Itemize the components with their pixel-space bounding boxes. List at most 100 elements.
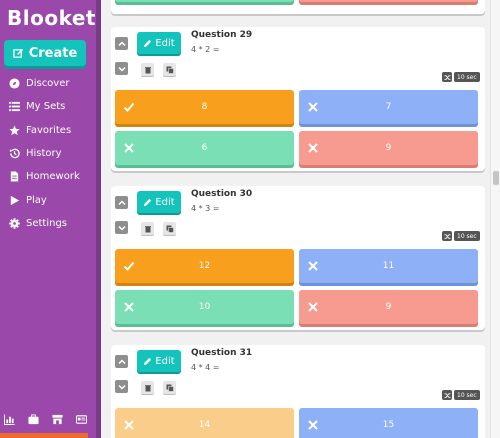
sidebar-item-my-sets[interactable]: My Sets bbox=[0, 95, 96, 118]
chevron-up-icon bbox=[117, 358, 126, 364]
stats-icon[interactable] bbox=[4, 414, 15, 425]
answer-option[interactable]: 9 bbox=[299, 290, 478, 324]
chevron-down-icon bbox=[117, 384, 126, 390]
star-icon bbox=[9, 125, 20, 135]
edit-button-label: Edit bbox=[155, 196, 175, 208]
edit-button-label: Edit bbox=[155, 37, 175, 49]
question-title: Question 29 bbox=[191, 30, 253, 40]
question-text: 4 * 2 = bbox=[191, 45, 220, 54]
x-icon bbox=[124, 143, 134, 153]
time-badge: 10 sec bbox=[442, 231, 480, 241]
answer-option[interactable]: 11 bbox=[299, 249, 478, 283]
answer-text: 9 bbox=[385, 302, 392, 312]
sidebar-nav: Discover My Sets Favorites History Homew… bbox=[0, 72, 96, 235]
checkmark-icon bbox=[123, 102, 135, 112]
sidebar-item-label: Favorites bbox=[26, 124, 72, 136]
question-card: Edit Question 31 4 * 4 = 10 sec 14 15 bbox=[111, 345, 485, 438]
x-icon bbox=[308, 261, 318, 271]
newspaper-icon[interactable] bbox=[76, 414, 87, 425]
sidebar-item-label: My Sets bbox=[26, 101, 66, 113]
sidebar-item-discover[interactable]: Discover bbox=[0, 72, 96, 95]
play-icon bbox=[10, 195, 20, 205]
move-up-button[interactable] bbox=[115, 37, 128, 50]
answer-option[interactable]: 15 bbox=[299, 408, 478, 438]
blooket-logo[interactable]: Blooket bbox=[7, 6, 96, 30]
briefcase-icon[interactable] bbox=[28, 414, 39, 425]
edit-button[interactable]: Edit bbox=[137, 350, 181, 372]
question-text: 4 * 3 = bbox=[191, 204, 220, 213]
chevron-up-icon bbox=[117, 199, 126, 205]
copy-icon bbox=[166, 66, 174, 74]
answer-text: 11 bbox=[382, 261, 395, 271]
x-icon bbox=[308, 420, 318, 430]
create-button[interactable]: Create bbox=[4, 40, 86, 66]
delete-button[interactable] bbox=[141, 63, 154, 76]
move-up-button[interactable] bbox=[115, 196, 128, 209]
pencil-icon bbox=[144, 357, 152, 365]
question-list: Edit Question 29 4 * 2 = 10 sec 8 7 6 9 bbox=[101, 0, 490, 438]
answer-option[interactable] bbox=[115, 0, 294, 2]
sidebar-item-favorites[interactable]: Favorites bbox=[0, 119, 96, 142]
answer-option[interactable]: 9 bbox=[299, 131, 478, 165]
shuffle-icon bbox=[442, 390, 452, 400]
sidebar-item-homework[interactable]: Homework bbox=[0, 165, 96, 188]
answer-option[interactable]: 6 bbox=[115, 131, 294, 165]
sidebar-item-play[interactable]: Play bbox=[0, 188, 96, 211]
x-icon bbox=[308, 102, 318, 112]
pencil-square-icon bbox=[12, 48, 23, 58]
answer-option[interactable]: 14 bbox=[115, 408, 294, 438]
copy-button[interactable] bbox=[163, 222, 176, 235]
trash-icon bbox=[144, 66, 151, 73]
scrollbar-thumb[interactable] bbox=[493, 171, 499, 185]
sidebar-item-label: Homework bbox=[26, 171, 80, 183]
chevron-down-icon bbox=[117, 66, 126, 72]
time-limit: 10 sec bbox=[454, 390, 480, 400]
answer-option[interactable]: 7 bbox=[299, 90, 478, 124]
answer-option[interactable] bbox=[299, 0, 478, 2]
chevron-down-icon bbox=[117, 225, 126, 231]
delete-button[interactable] bbox=[141, 381, 154, 394]
copy-button[interactable] bbox=[163, 63, 176, 76]
sidebar-item-label: Settings bbox=[26, 217, 68, 229]
move-down-button[interactable] bbox=[115, 221, 128, 234]
page-scrollbar[interactable] bbox=[490, 0, 500, 438]
sidebar-item-label: Discover bbox=[26, 78, 70, 90]
delete-button[interactable] bbox=[141, 222, 154, 235]
shuffle-icon bbox=[442, 72, 452, 82]
pencil-icon bbox=[144, 39, 152, 47]
trash-icon bbox=[144, 225, 151, 232]
question-title: Question 31 bbox=[191, 348, 253, 358]
answer-text: 8 bbox=[201, 102, 208, 112]
sidebar-item-settings[interactable]: Settings bbox=[0, 212, 96, 235]
history-icon bbox=[9, 148, 20, 159]
edit-button-label: Edit bbox=[155, 355, 175, 367]
copy-icon bbox=[166, 225, 174, 233]
document-icon bbox=[10, 171, 19, 182]
edit-button[interactable]: Edit bbox=[137, 191, 181, 213]
move-up-button[interactable] bbox=[115, 355, 128, 368]
x-icon bbox=[124, 420, 134, 430]
time-badge: 10 sec bbox=[442, 390, 480, 400]
answer-option-correct[interactable]: 8 bbox=[115, 90, 294, 124]
sidebar-bottom-bar[interactable] bbox=[0, 433, 88, 438]
answer-text: 15 bbox=[382, 420, 395, 430]
answer-text: 9 bbox=[385, 143, 392, 153]
edit-button[interactable]: Edit bbox=[137, 32, 181, 54]
move-down-button[interactable] bbox=[115, 62, 128, 75]
answer-option[interactable]: 10 bbox=[115, 290, 294, 324]
compass-icon bbox=[9, 78, 20, 89]
sidebar: Blooket Create Discover My Sets Favorite… bbox=[0, 0, 96, 438]
answer-option-correct[interactable]: 12 bbox=[115, 249, 294, 283]
question-card: Edit Question 29 4 * 2 = 10 sec 8 7 6 9 bbox=[111, 27, 485, 171]
question-card: Edit Question 30 4 * 3 = 10 sec 12 11 10… bbox=[111, 186, 485, 330]
checkmark-icon bbox=[123, 261, 135, 271]
move-down-button[interactable] bbox=[115, 380, 128, 393]
store-icon[interactable] bbox=[52, 414, 63, 425]
question-title: Question 30 bbox=[191, 189, 253, 199]
sidebar-item-history[interactable]: History bbox=[0, 142, 96, 165]
pencil-icon bbox=[144, 198, 152, 206]
answer-text: 14 bbox=[198, 420, 211, 430]
copy-icon bbox=[166, 384, 174, 392]
answer-text: 12 bbox=[198, 261, 211, 271]
copy-button[interactable] bbox=[163, 381, 176, 394]
